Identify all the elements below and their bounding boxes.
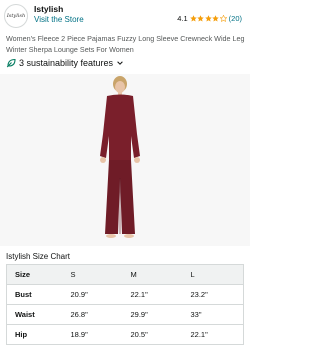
rating-value: 4.1: [177, 14, 188, 23]
store-name: Istylish: [34, 4, 64, 14]
chevron-down-icon: [117, 61, 123, 65]
star-empty-icon: [219, 15, 227, 22]
table-cell: 29.9": [122, 304, 183, 325]
star-full-icon: [189, 15, 197, 22]
table-cell: 23.2": [182, 284, 244, 305]
table-header-cell: M: [122, 264, 183, 285]
sustainability-label: 3 sustainability features: [19, 58, 114, 68]
review-count[interactable]: (20): [229, 14, 242, 23]
table-header-row: Size S M L: [6, 264, 244, 285]
size-chart-title: Istylish Size Chart: [6, 252, 71, 261]
size-chart-table: Size S M L Bust 20.9" 22.1" 23.2" Waist …: [6, 264, 244, 345]
store-logo[interactable]: Istylish: [4, 4, 28, 28]
table-cell: 20.9": [62, 284, 123, 305]
table-header-cell: L: [182, 264, 244, 285]
table-cell: 33": [182, 304, 244, 325]
table-cell: 26.8": [62, 304, 123, 325]
table-cell: Bust: [6, 284, 63, 305]
table-cell: Waist: [6, 304, 63, 325]
table-header-cell: S: [62, 264, 123, 285]
leaf-icon: [6, 58, 16, 68]
table-cell: Hip: [6, 324, 63, 345]
table-row: Waist 26.8" 29.9" 33": [6, 304, 244, 325]
star-full-icon: [204, 15, 212, 22]
table-cell: 22.1": [122, 284, 183, 305]
table-header-cell: Size: [6, 264, 63, 285]
table-cell: 18.9": [62, 324, 123, 345]
star-full-icon: [212, 15, 219, 22]
product-title: Women's Fleece 2 Piece Pajamas Fuzzy Lon…: [6, 34, 245, 54]
product-image[interactable]: [90, 74, 150, 244]
sustainability-features-toggle[interactable]: 3 sustainability features: [6, 58, 124, 68]
rating-summary[interactable]: 4.1 (20): [177, 14, 242, 23]
table-cell: 20.5": [122, 324, 183, 345]
table-row: Bust 20.9" 22.1" 23.2": [6, 284, 244, 305]
visit-store-link[interactable]: Visit the Store: [34, 15, 84, 24]
star-rating: [189, 15, 227, 22]
table-cell: 22.1": [182, 324, 244, 345]
star-full-icon: [197, 15, 204, 22]
table-row: Hip 18.9" 20.5" 22.1": [6, 324, 244, 345]
store-header: Istylish Istylish Visit the Store 4.1 (2…: [0, 0, 250, 30]
